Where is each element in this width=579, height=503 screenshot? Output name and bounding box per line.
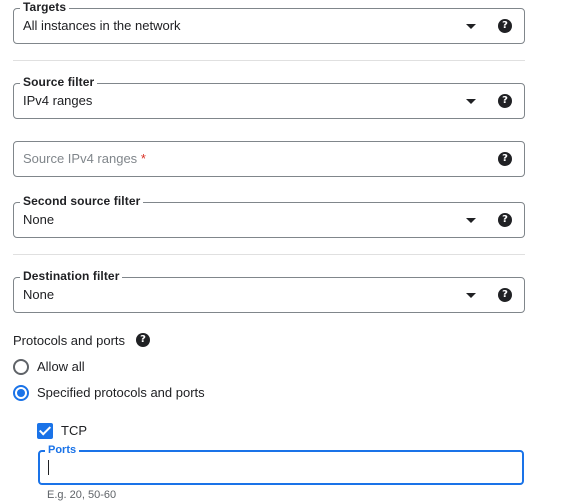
tcp-checkbox[interactable] [37, 423, 53, 439]
placeholder-text: Source IPv4 ranges [23, 151, 138, 166]
allow-all-label: Allow all [37, 359, 85, 374]
source-ipv4-ranges-input[interactable]: Source IPv4 ranges * ? [13, 141, 525, 177]
destination-filter-select[interactable]: Destination filter None ? [13, 269, 525, 313]
second-source-filter-select[interactable]: Second source filter None ? [13, 194, 525, 238]
help-icon[interactable]: ? [498, 213, 512, 227]
specified-protocols-radio[interactable] [13, 385, 29, 401]
divider [13, 254, 525, 255]
required-marker: * [140, 151, 146, 166]
source-filter-label: Source filter [20, 75, 98, 89]
ports-label: Ports [45, 443, 80, 457]
help-icon[interactable]: ? [498, 94, 512, 108]
dropdown-arrow-icon[interactable] [466, 293, 476, 298]
targets-select[interactable]: Targets All instances in the network ? [13, 0, 525, 44]
help-icon[interactable]: ? [498, 19, 512, 33]
ports-input[interactable]: Ports [38, 443, 524, 485]
source-filter-value: IPv4 ranges [23, 93, 93, 108]
destination-filter-label: Destination filter [20, 269, 123, 283]
text-cursor [48, 460, 49, 475]
ports-hint: E.g. 20, 50-60 [47, 489, 117, 501]
firewall-rule-form: Targets All instances in the network ? S… [0, 0, 579, 503]
divider [13, 60, 525, 61]
tcp-label: TCP [61, 423, 87, 438]
source-ipv4-ranges-placeholder: Source IPv4 ranges * [23, 151, 146, 167]
dropdown-arrow-icon[interactable] [466, 24, 476, 29]
second-source-filter-value: None [23, 212, 55, 227]
dropdown-arrow-icon[interactable] [466, 99, 476, 104]
protocols-and-ports-title: Protocols and ports [13, 333, 126, 348]
targets-label: Targets [20, 0, 70, 14]
help-icon[interactable]: ? [498, 152, 512, 166]
allow-all-radio[interactable] [13, 359, 29, 375]
second-source-filter-label: Second source filter [20, 194, 144, 208]
source-filter-select[interactable]: Source filter IPv4 ranges ? [13, 75, 525, 119]
help-icon[interactable]: ? [136, 333, 150, 347]
targets-value: All instances in the network [23, 18, 181, 33]
dropdown-arrow-icon[interactable] [466, 218, 476, 223]
help-icon[interactable]: ? [498, 288, 512, 302]
specified-protocols-label: Specified protocols and ports [37, 385, 205, 400]
destination-filter-value: None [23, 287, 55, 302]
